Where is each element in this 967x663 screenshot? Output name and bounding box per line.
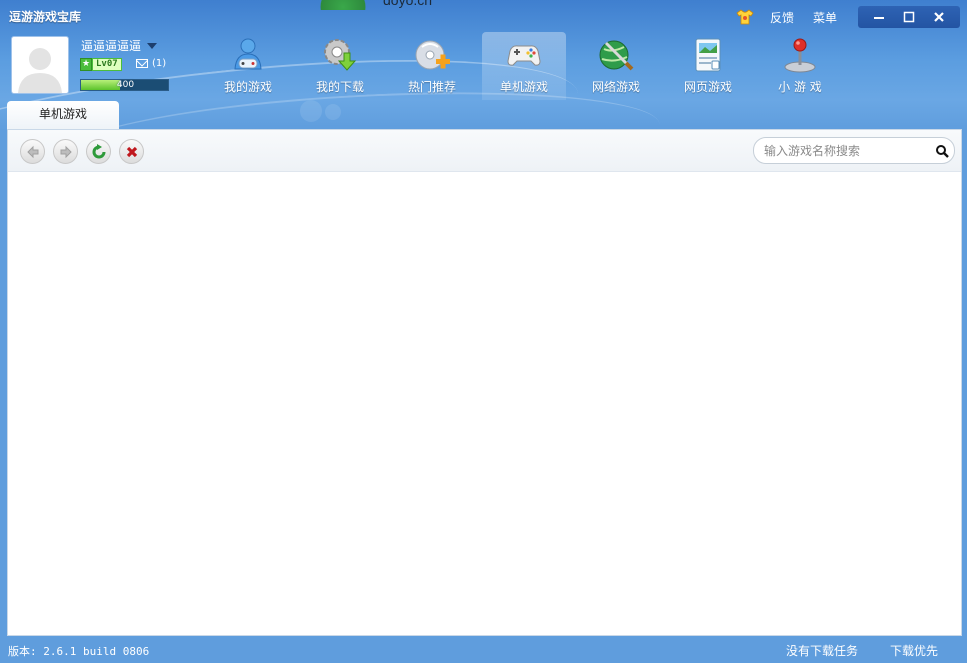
search-box [753, 137, 955, 164]
joystick-icon [784, 38, 816, 73]
top-logo-text: doyo.cn [383, 0, 433, 8]
close-button[interactable] [928, 8, 950, 26]
stop-x-icon [126, 146, 137, 157]
nav-item-mini-games[interactable]: 小 游 戏 [758, 32, 842, 100]
app-window: doyo.cn 逗游游戏宝库 反馈 菜单 逼逼逼逼逼 ★ Lv07 (1) 40… [0, 0, 967, 663]
nav-label: 网页游戏 [683, 80, 732, 94]
refresh-button[interactable] [86, 139, 111, 164]
top-links: 反馈 菜单 [736, 8, 856, 26]
app-title: 逗游游戏宝库 [9, 10, 82, 24]
stop-button[interactable] [119, 139, 144, 164]
close-icon [934, 12, 944, 22]
my-games-icon [234, 38, 262, 70]
nav-label: 我的游戏 [223, 80, 272, 94]
version-text: 版本: 2.6.1 build 0806 [8, 645, 150, 658]
default-avatar-icon [18, 48, 62, 93]
nav-item-online-games[interactable]: 网络游戏 [574, 32, 658, 100]
maximize-icon [903, 11, 915, 23]
deco-bubble [300, 100, 322, 122]
forward-arrow-icon [60, 145, 72, 158]
download-gear-icon [324, 39, 357, 71]
hot-disc-icon [415, 40, 450, 70]
minimize-icon [874, 17, 884, 19]
avatar[interactable] [11, 36, 69, 94]
nav-item-single-player[interactable]: 单机游戏 [482, 32, 566, 100]
mail-count: (1) [152, 58, 167, 69]
nav-item-hot-recommend[interactable]: 热门推荐 [390, 32, 474, 100]
experience-bar: 400 [80, 79, 169, 91]
download-tasks-link[interactable]: 没有下载任务 [786, 642, 858, 659]
level-badge: ★ Lv07 [80, 57, 122, 71]
deco-bubble [325, 104, 341, 120]
level-text: Lv07 [92, 57, 122, 71]
online-globe-sword-icon [599, 40, 634, 71]
nav-label: 网络游戏 [591, 80, 640, 94]
menu-link[interactable]: 菜单 [813, 9, 837, 26]
nav-label: 单机游戏 [499, 80, 548, 94]
search-button[interactable] [932, 141, 952, 161]
feedback-link[interactable]: 反馈 [770, 9, 794, 26]
level-star-icon: ★ [80, 57, 92, 71]
mail-button[interactable]: (1) [136, 58, 166, 69]
nav-label: 小 游 戏 [778, 80, 822, 94]
top-logo-decoration [318, 0, 368, 10]
chevron-down-icon [147, 42, 158, 49]
nav-label: 热门推荐 [407, 80, 456, 94]
nav-label: 我的下载 [315, 80, 364, 94]
maximize-button[interactable] [898, 8, 920, 26]
back-arrow-icon [26, 145, 38, 158]
window-controls [858, 6, 960, 28]
username-dropdown[interactable]: 逼逼逼逼逼 [81, 37, 158, 54]
status-right: 没有下载任务 下载优先 [786, 642, 938, 659]
nav-item-my-downloads[interactable]: 我的下载 [298, 32, 382, 100]
search-input[interactable] [764, 140, 932, 161]
tab-single-player[interactable]: 单机游戏 [7, 101, 119, 130]
main-content [7, 129, 962, 636]
main-nav: 我的游戏 我的下载 热门推荐 单机游戏 网络游戏 网页游戏 小 游 戏 [206, 32, 850, 100]
web-page-icon [695, 38, 721, 72]
tshirt-icon[interactable] [736, 9, 754, 25]
username-text: 逼逼逼逼逼 [81, 39, 142, 53]
refresh-icon [92, 143, 105, 158]
experience-value: 400 [116, 80, 135, 90]
gamepad-icon [507, 45, 541, 66]
nav-item-web-games[interactable]: 网页游戏 [666, 32, 750, 100]
download-priority-link[interactable]: 下载优先 [890, 642, 938, 659]
toolbar [8, 130, 961, 172]
search-icon [936, 144, 949, 158]
mail-icon [136, 59, 148, 68]
back-button[interactable] [20, 139, 45, 164]
status-bar: 版本: 2.6.1 build 0806 没有下载任务 下载优先 [0, 640, 967, 663]
nav-item-my-games[interactable]: 我的游戏 [206, 32, 290, 100]
minimize-button[interactable] [868, 8, 890, 26]
forward-button[interactable] [53, 139, 78, 164]
